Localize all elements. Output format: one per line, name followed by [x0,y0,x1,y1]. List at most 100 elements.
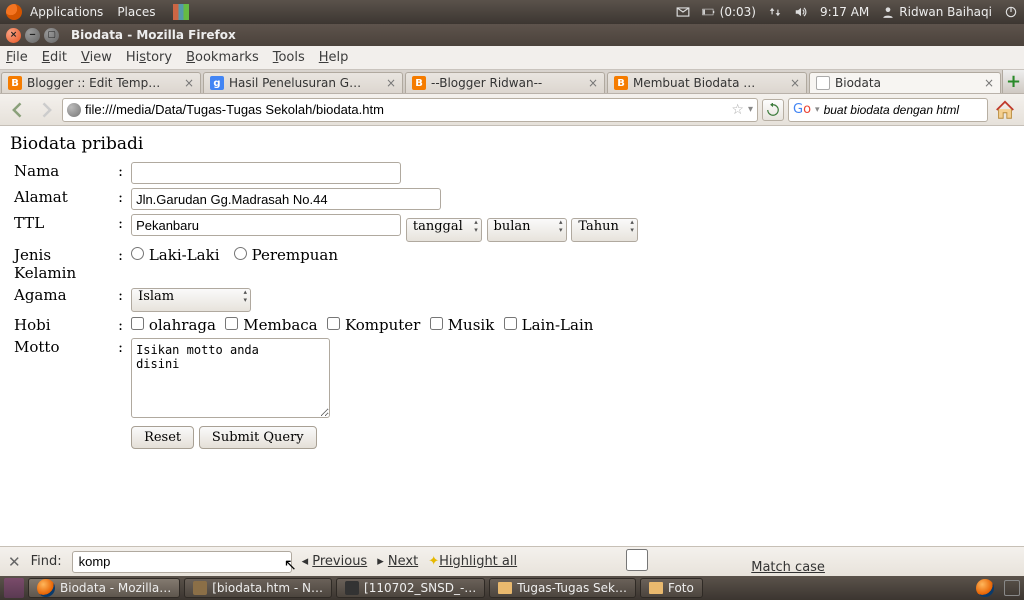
network-updown-icon [768,5,782,19]
taskbar-item-firefox[interactable]: Biodata - Mozilla… [28,578,180,598]
menu-tools[interactable]: Tools [273,50,305,65]
search-input[interactable] [824,103,981,117]
arrow-right-icon [36,100,56,120]
match-case-checkbox[interactable]: Match case [527,549,825,575]
window-title: Biodata - Mozilla Firefox [71,28,236,42]
mail-icon [676,5,690,19]
forward-button [34,98,58,122]
battery-icon [702,5,716,19]
menu-history[interactable]: History [126,50,172,65]
label-motto: Motto [10,336,114,424]
window-close-button[interactable]: × [6,28,21,43]
power-menu[interactable] [1004,5,1018,19]
menu-view[interactable]: View [81,50,112,65]
show-desktop-button[interactable] [4,578,24,598]
tab-close-button[interactable]: × [386,76,396,90]
input-nama[interactable] [131,162,401,184]
window-titlebar[interactable]: × ‒ ▢ Biodata - Mozilla Firefox [0,24,1024,46]
firefox-icon [37,579,55,597]
menu-help[interactable]: Help [319,50,349,65]
taskbar-item-gedit[interactable]: [biodata.htm - N… [184,578,332,598]
check-lain[interactable]: Lain-Lain [504,316,594,334]
folder-icon [649,582,663,594]
reload-button[interactable] [762,99,784,121]
check-membaca[interactable]: Membaca [225,316,317,334]
input-alamat[interactable] [131,188,441,210]
volume-indicator[interactable] [794,5,808,19]
tab-0[interactable]: B Blogger :: Edit Temp… × [1,72,201,93]
places-menu[interactable]: Places [117,5,155,19]
input-ttl-kota[interactable] [131,214,401,236]
find-previous-button[interactable]: ◂ Previous [302,554,368,569]
mail-indicator[interactable] [676,5,690,19]
tab-close-button[interactable]: × [588,76,598,90]
firefox-menubar: File Edit View History Bookmarks Tools H… [0,46,1024,70]
taskbar-item-video[interactable]: [110702_SNSD_-… [336,578,485,598]
menu-file[interactable]: File [6,50,28,65]
clock[interactable]: 9:17 AM [820,5,869,19]
select-tanggal[interactable]: tanggal [406,218,482,242]
check-olahraga[interactable]: olahraga [131,316,216,334]
trash-icon[interactable] [1004,580,1020,596]
taskbar-item-folder2[interactable]: Foto [640,578,703,598]
url-input[interactable] [85,102,727,117]
check-komputer[interactable]: Komputer [327,316,420,334]
select-bulan[interactable]: bulan [487,218,567,242]
tab-3[interactable]: B Membuat Biodata … × [607,72,807,93]
globe-icon [67,103,81,117]
bookmark-star-icon[interactable]: ☆ [731,102,744,118]
battery-indicator[interactable]: (0:03) [702,5,756,19]
dropdown-icon[interactable]: ▾ [815,105,820,115]
system-panel: Applications Places (0:03) 9:17 AM Ridwa… [0,0,1024,24]
home-icon [994,99,1016,121]
nav-toolbar: ☆ ▾ Go ▾ [0,94,1024,126]
network-indicator[interactable] [768,5,782,19]
ubuntu-logo-icon[interactable] [6,4,22,20]
reset-button[interactable]: Reset [131,426,194,449]
url-bar[interactable]: ☆ ▾ [62,98,758,122]
check-musik[interactable]: Musik [430,316,494,334]
close-findbar-button[interactable]: ✕ [8,553,21,571]
new-tab-button[interactable]: + [1002,70,1024,93]
tab-close-button[interactable]: × [184,76,194,90]
dropdown-icon[interactable]: ▾ [748,104,753,115]
tab-label: --Blogger Ridwan-- [431,76,583,90]
highlight-all-button[interactable]: ✦Highlight all [428,554,517,569]
tab-2[interactable]: B --Blogger Ridwan-- × [405,72,605,93]
find-next-button[interactable]: ▸ Next [377,554,418,569]
applications-menu[interactable]: Applications [30,5,103,19]
google-search-icon: Go [793,102,811,117]
taskbar-item-folder1[interactable]: Tugas-Tugas Sek… [489,578,636,598]
tab-close-button[interactable]: × [790,76,800,90]
mouse-cursor-icon: ↖ [284,555,297,574]
volume-icon [794,5,808,19]
workspace-switcher-icon[interactable] [173,4,189,20]
gedit-icon [193,581,207,595]
home-button[interactable] [992,97,1018,123]
tab-4-active[interactable]: Biodata × [809,72,1001,93]
user-menu[interactable]: Ridwan Baihaqi [881,5,992,19]
radio-laki[interactable]: Laki-Laki [131,246,219,264]
find-input[interactable] [72,551,292,573]
window-maximize-button[interactable]: ▢ [44,28,59,43]
search-bar[interactable]: Go ▾ [788,98,988,122]
label-agama: Agama [10,284,114,314]
arrow-left-icon [8,100,28,120]
submit-button[interactable]: Submit Query [199,426,317,449]
label-jk: Jenis Kelamin [10,244,114,284]
select-agama[interactable]: Islam [131,288,251,312]
firefox-launcher-icon[interactable] [976,579,994,597]
textarea-motto[interactable] [131,338,330,418]
select-tahun[interactable]: Tahun [571,218,638,242]
label-alamat: Alamat [10,186,114,212]
bottom-taskbar: Biodata - Mozilla… [biodata.htm - N… [11… [0,576,1024,600]
tab-close-button[interactable]: × [984,76,994,90]
tab-1[interactable]: g Hasil Penelusuran G… × [203,72,403,93]
reload-icon [766,103,780,117]
blogger-icon: B [8,76,22,90]
menu-bookmarks[interactable]: Bookmarks [186,50,259,65]
radio-perempuan[interactable]: Perempuan [234,246,338,264]
back-button[interactable] [6,98,30,122]
menu-edit[interactable]: Edit [42,50,67,65]
window-minimize-button[interactable]: ‒ [25,28,40,43]
